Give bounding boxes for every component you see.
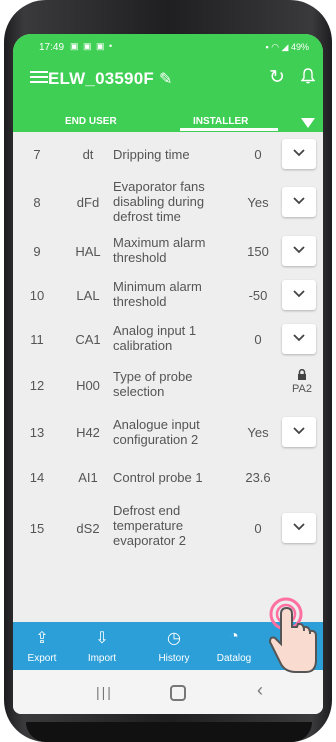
chevron-down-icon xyxy=(293,290,305,298)
datalog-icon: ◔ xyxy=(229,628,239,645)
phone-base xyxy=(26,722,312,742)
signal-icon: ▪ ◠ ◢ xyxy=(265,42,291,52)
chevron-down-icon xyxy=(293,149,305,157)
recent-apps-icon[interactable]: ||| xyxy=(96,684,113,700)
list-item: 8 dFd Evaporator fans disabling during d… xyxy=(13,175,323,230)
app-bar: ELW_03590F ✎ ↻ xyxy=(13,58,323,98)
list-item: 9 HAL Maximum alarm threshold 150 xyxy=(13,229,323,274)
param-value: -50 xyxy=(248,288,268,303)
param-description: Maximum alarm threshold xyxy=(113,235,206,265)
expand-button[interactable] xyxy=(282,324,316,354)
active-tab-indicator xyxy=(180,128,278,131)
param-value: 0 xyxy=(254,521,262,536)
battery-percent: 49% xyxy=(290,42,309,52)
notification-icons: ▣ ▣ ▣ • xyxy=(70,41,114,51)
param-description: Dripping time xyxy=(113,147,190,162)
nav-import-label: Import xyxy=(87,653,117,664)
export-icon: ⇪ xyxy=(35,630,49,647)
nav-export-label: Export xyxy=(27,653,57,664)
param-value: 0 xyxy=(254,147,262,162)
param-description: Evaporator fans disabling during defrost… xyxy=(113,179,205,224)
status-bar: 17:49 ▣ ▣ ▣ • ▪ ◠ ◢ 49% xyxy=(13,34,323,58)
param-description: Control probe 1 xyxy=(113,470,203,485)
param-description: Minimum alarm threshold xyxy=(113,279,202,309)
tab-end-user[interactable]: END USER xyxy=(65,116,117,127)
tap-hand-icon xyxy=(262,596,322,687)
expand-button[interactable] xyxy=(282,417,316,447)
param-value: Yes xyxy=(247,195,269,210)
nav-history-label: History xyxy=(158,653,190,664)
expand-button[interactable] xyxy=(282,513,316,543)
param-value: 150 xyxy=(247,244,269,259)
history-icon: ◷ xyxy=(167,630,181,647)
param-description: Defrost end temperature evaporator 2 xyxy=(113,503,186,548)
chevron-down-icon xyxy=(293,197,305,205)
nav-history[interactable]: ◷ History xyxy=(149,622,199,670)
param-description: Type of probe selection xyxy=(113,369,193,399)
nav-datalog[interactable]: ◔ Datalog xyxy=(209,622,259,670)
lock-value-label: PA2 xyxy=(292,383,312,395)
import-icon: ⇩ xyxy=(95,630,109,647)
list-item: 14 AI1 Control probe 1 23.6 xyxy=(13,455,323,500)
param-value: 0 xyxy=(254,332,262,347)
expand-button[interactable] xyxy=(282,139,316,169)
nav-export[interactable]: ⇪ Export xyxy=(17,622,67,670)
chevron-down-icon xyxy=(293,523,305,531)
param-description: Analog input 1 calibration xyxy=(113,323,197,353)
chevron-down-icon xyxy=(293,246,305,254)
param-value: Yes xyxy=(247,425,269,440)
list-item: 10 LAL Minimum alarm threshold -50 xyxy=(13,273,323,318)
param-description: Analogue input configuration 2 xyxy=(113,417,200,447)
device-title: ELW_03590F xyxy=(48,69,154,88)
battery-indicator: ▪ ◠ ◢ 49% xyxy=(266,42,309,53)
bell-icon[interactable] xyxy=(300,68,316,84)
lock-icon xyxy=(287,368,317,383)
refresh-icon[interactable]: ↻ xyxy=(269,66,285,89)
home-icon[interactable] xyxy=(170,685,186,701)
param-value: 23.6 xyxy=(245,470,271,485)
menu-icon[interactable] xyxy=(30,68,48,84)
status-time: 17:49 xyxy=(39,42,65,53)
tab-installer[interactable]: INSTALLER xyxy=(193,116,248,127)
nav-datalog-label: Datalog xyxy=(216,653,252,664)
expand-button[interactable] xyxy=(282,236,316,266)
filter-arrow-icon[interactable] xyxy=(301,118,315,128)
list-item: 15 dS2 Defrost end temperature evaporato… xyxy=(13,499,323,555)
list-item: 13 H42 Analogue input configuration 2 Ye… xyxy=(13,409,323,456)
pencil-icon[interactable]: ✎ xyxy=(159,69,172,89)
locked-value: PA2 xyxy=(287,368,317,395)
list-item: 12 H00 Type of probe selection PA2 xyxy=(13,361,323,410)
list-item: 11 CA1 Analog input 1 calibration 0 xyxy=(13,317,323,362)
tab-bar: END USER INSTALLER xyxy=(13,98,323,132)
chevron-down-icon xyxy=(293,334,305,342)
list-item: 7 dt Dripping time 0 xyxy=(13,132,323,176)
chevron-down-icon xyxy=(293,427,305,435)
expand-button[interactable] xyxy=(282,187,316,217)
expand-button[interactable] xyxy=(282,280,316,310)
nav-import[interactable]: ⇩ Import xyxy=(77,622,127,670)
